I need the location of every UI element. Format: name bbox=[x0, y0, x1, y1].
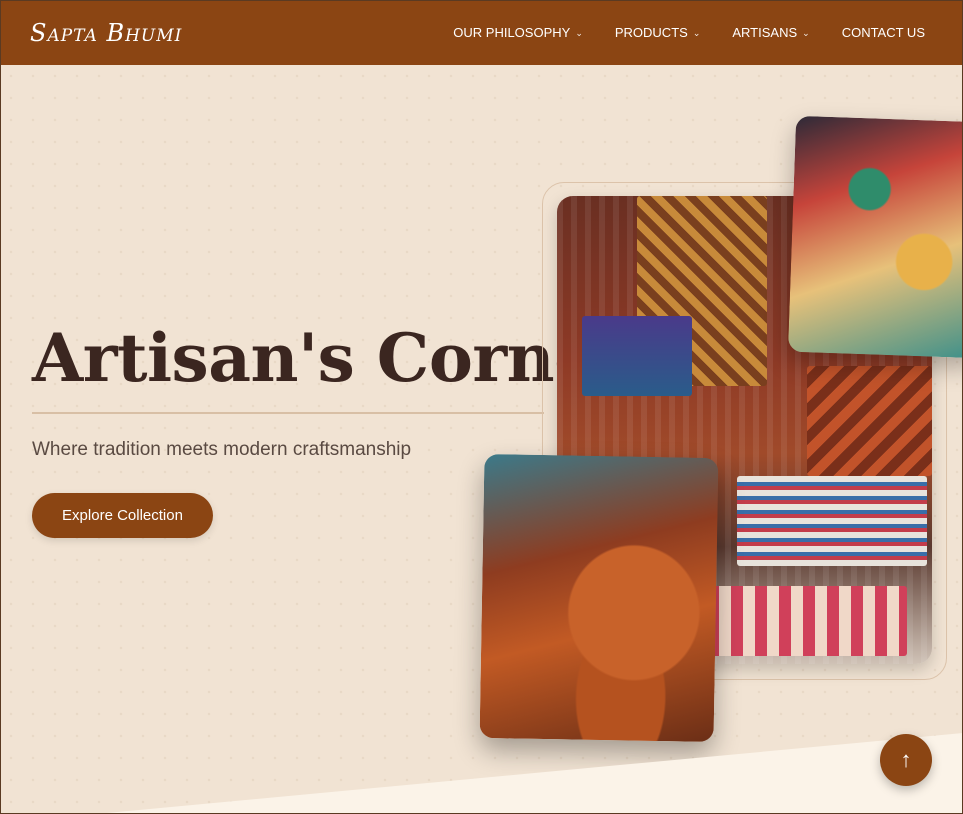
explore-collection-button[interactable]: Explore Collection bbox=[32, 493, 213, 538]
rug-decoration bbox=[582, 316, 692, 396]
painting-artisan-image bbox=[787, 115, 963, 359]
nav-label: ARTISANS bbox=[732, 25, 798, 40]
hero-subtitle: Where tradition meets modern craftsmansh… bbox=[32, 439, 412, 460]
nav-contact-us[interactable]: CONTACT US bbox=[842, 25, 925, 40]
chevron-down-icon: ⌄ bbox=[692, 28, 701, 38]
rug-decoration bbox=[707, 586, 907, 656]
nav-our-philosophy[interactable]: OUR PHILOSOPHY ⌄ bbox=[453, 25, 583, 40]
nav-artisans[interactable]: ARTISANS ⌄ bbox=[732, 25, 809, 40]
nav-label: CONTACT US bbox=[841, 25, 925, 40]
rug-decoration bbox=[737, 476, 927, 566]
main-nav: OUR PHILOSOPHY ⌄ PRODUCTS ⌄ ARTISANS ⌄ C… bbox=[453, 25, 925, 40]
chevron-down-icon: ⌄ bbox=[802, 28, 810, 38]
nav-label: PRODUCTS bbox=[614, 25, 688, 40]
site-header: Sapta Bhumi OUR PHILOSOPHY ⌄ PRODUCTS ⌄ … bbox=[0, 0, 963, 65]
rug-decoration bbox=[807, 366, 932, 476]
pottery-artisan-image bbox=[479, 453, 719, 743]
chevron-down-icon: ⌄ bbox=[575, 28, 583, 38]
hero-title: Artisan's Corner bbox=[32, 319, 630, 397]
section-divider-band bbox=[0, 733, 963, 814]
back-to-top-button[interactable]: ↑ bbox=[880, 734, 932, 786]
hero-divider bbox=[32, 412, 544, 414]
site-logo[interactable]: Sapta Bhumi bbox=[30, 19, 182, 47]
hero-section: Artisan's Corner Where tradition meets m… bbox=[0, 65, 963, 814]
nav-label: OUR PHILOSOPHY bbox=[453, 25, 571, 40]
nav-products[interactable]: PRODUCTS ⌄ bbox=[615, 25, 701, 40]
arrow-up-icon: ↑ bbox=[900, 747, 912, 772]
